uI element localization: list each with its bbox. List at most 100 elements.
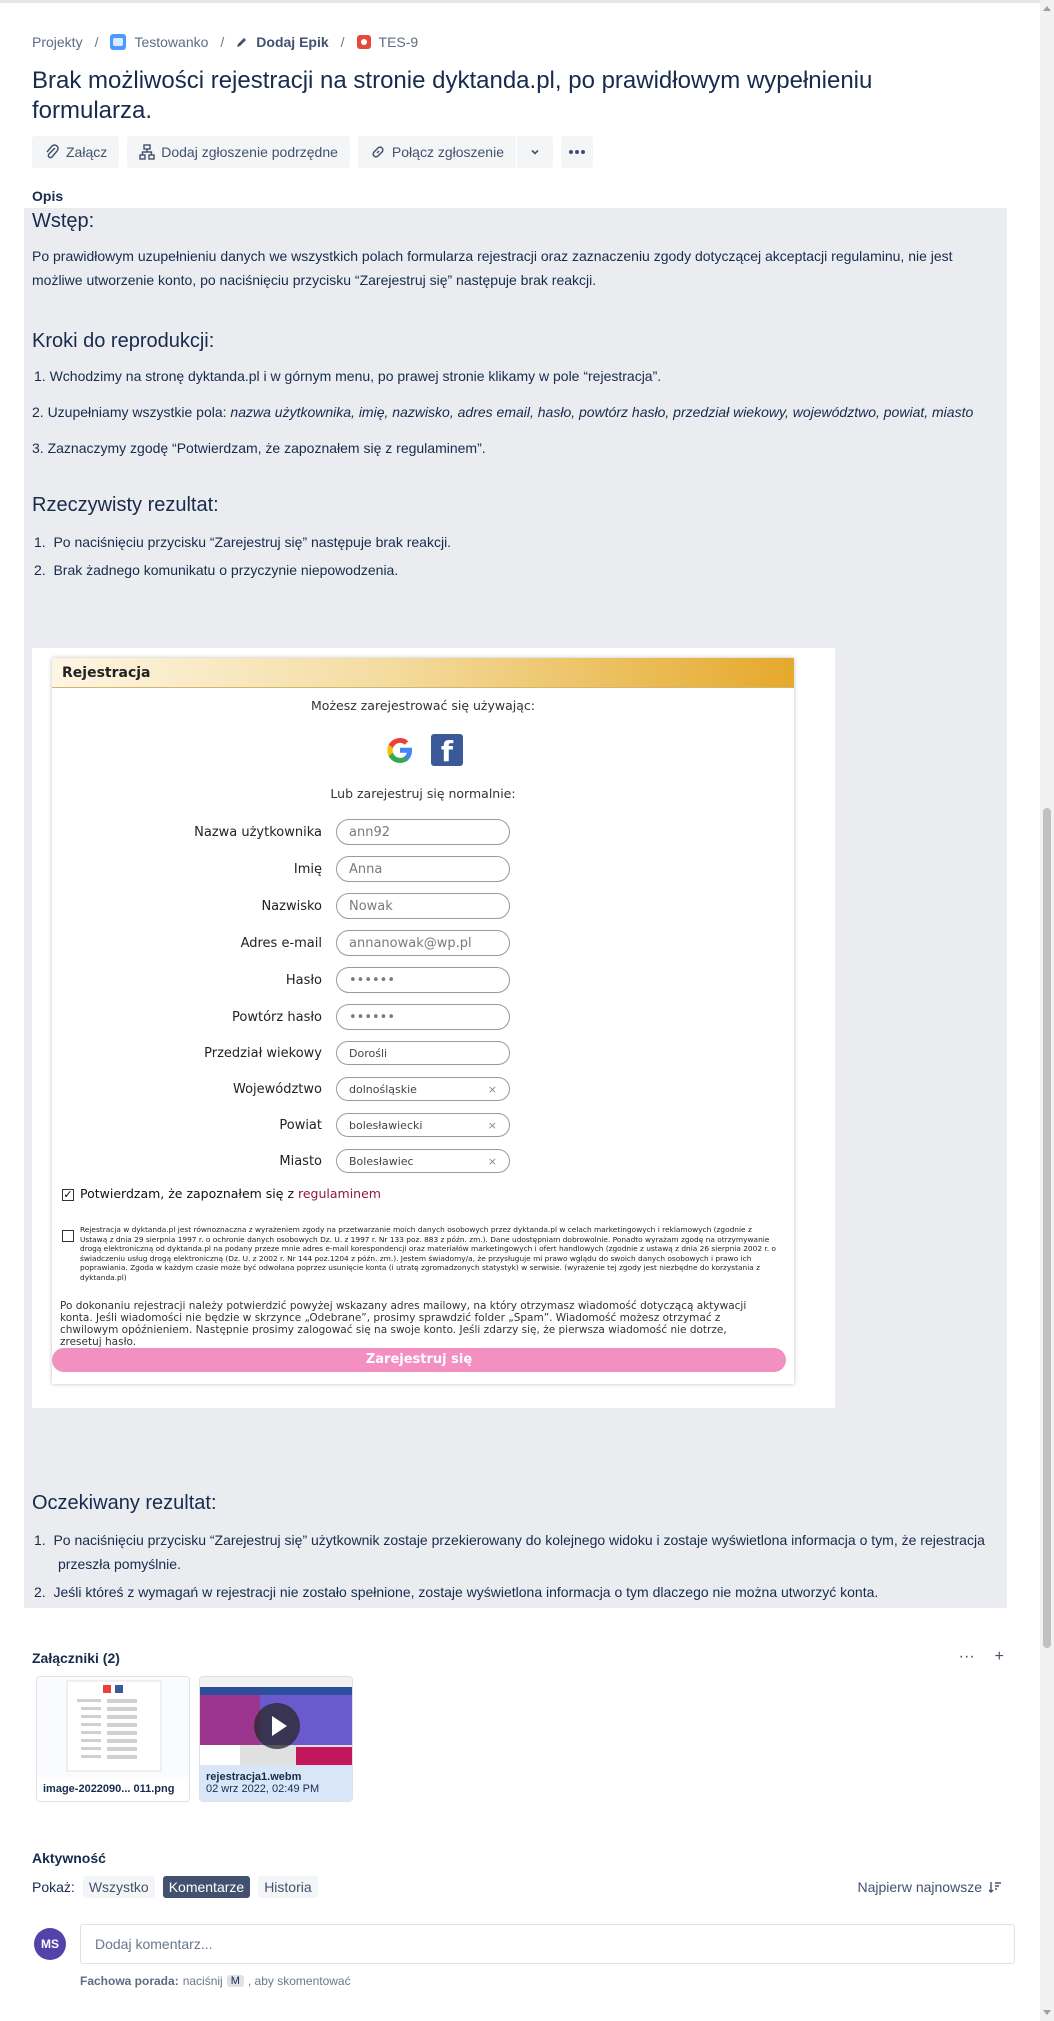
description-body[interactable]: Wstęp: Po prawidłowym uzupełnieniu danyc…: [24, 208, 1007, 1608]
field-email: annanowak@wp.pl: [336, 930, 510, 956]
breadcrumb-project[interactable]: Testowanko: [134, 34, 208, 50]
attach-button[interactable]: Załącz: [32, 136, 120, 168]
add-attachment-icon[interactable]: +: [995, 1648, 1004, 1666]
field-county-value: bolesławiecki: [349, 1118, 423, 1132]
field-label-repeat-password: Powtórz hasło: [232, 1010, 322, 1025]
scrollbar[interactable]: [1040, 0, 1054, 2021]
attachments-header: Załączniki (2): [32, 1650, 120, 1666]
breadcrumb-separator: /: [94, 34, 99, 50]
activity-title: Aktywność: [32, 1850, 106, 1866]
actual-heading: Rzeczywisty rezultat:: [32, 494, 219, 516]
expected-item-2-text: Jeśli któreś z wymagań w rejestracji nie…: [53, 1584, 879, 1600]
clear-icon: ×: [487, 1082, 497, 1096]
field-repeat-password: ••••••: [336, 1004, 510, 1030]
attachment-meta: image-2022090... 011.png: [37, 1777, 189, 1801]
field-password: ••••••: [336, 967, 510, 993]
attachment-meta: rejestracja1.webm 02 wrz 2022, 02:49 PM: [200, 1765, 352, 1801]
embedded-screenshot[interactable]: Rejestracja Możesz zarejestrować się uży…: [32, 648, 835, 1408]
field-username: ann92: [336, 819, 510, 845]
field-firstname: Anna: [336, 856, 510, 882]
register-with-text: Możesz zarejestrować się używając:: [311, 698, 535, 713]
field-voivodeship: dolnośląskie ×: [336, 1077, 510, 1101]
sort-button[interactable]: Najpierw najnowsze: [857, 1879, 1002, 1895]
attachment-card-video[interactable]: rejestracja1.webm 02 wrz 2022, 02:49 PM: [199, 1676, 353, 1802]
link-icon: [372, 146, 384, 158]
terms-checkbox-checked: ✓: [62, 1188, 74, 1201]
facebook-icon: f: [431, 734, 463, 766]
legal-text: Rejestracja w dyktanda.pl jest równoznac…: [80, 1225, 776, 1282]
add-child-issue-button[interactable]: Dodaj zgłoszenie podrzędne: [127, 136, 350, 168]
tip-bold: Fachowa porada:: [80, 1974, 179, 1988]
pencil-icon: [237, 38, 247, 47]
or-register-text: Lub zarejestruj się normalnie:: [330, 786, 516, 801]
register-button: Zarejestruj się: [52, 1348, 786, 1372]
attachments-more-icon[interactable]: ···: [959, 1648, 975, 1666]
field-label-county: Powiat: [279, 1118, 322, 1133]
attachment-card-image[interactable]: image-2022090... 011.png: [36, 1676, 190, 1802]
intro-text: Po prawidłowym uzupełnieniu danych we ws…: [32, 248, 953, 288]
more-actions-button[interactable]: [560, 136, 593, 168]
bug-icon: [356, 35, 371, 49]
more-icon: [568, 150, 585, 154]
scrollbar-thumb[interactable]: [1043, 808, 1051, 1648]
steps-heading: Kroki do reprodukcji:: [32, 330, 215, 352]
breadcrumb-separator: /: [340, 34, 345, 50]
tip-post: , aby skomentować: [247, 1974, 351, 1988]
step-2-prefix: 2. Uzupełniamy wszystkie pola:: [32, 404, 231, 420]
filter-all[interactable]: Wszystko: [82, 1876, 155, 1898]
link-issue-button[interactable]: Połącz zgłoszenie: [358, 136, 516, 168]
actual-item-1-text: Po naciśnięciu przycisku “Zarejestruj si…: [53, 534, 452, 550]
google-icon: [387, 738, 412, 763]
filter-history[interactable]: Historia: [258, 1876, 318, 1898]
expected-item-1-text: Po naciśnięciu przycisku “Zarejestruj si…: [53, 1532, 985, 1572]
breadcrumb-separator: /: [220, 34, 225, 50]
expected-item-2: 2. Jeśli któreś z wymagań w rejestracji …: [34, 1584, 879, 1600]
field-label-firstname: Imię: [293, 862, 322, 877]
link-issue-group: Połącz zgłoszenie: [357, 136, 553, 168]
play-icon[interactable]: [254, 1703, 300, 1749]
attachment-name: image-2022090... 011.png: [43, 1783, 175, 1795]
field-label-username: Nazwa użytkownika: [194, 825, 322, 840]
actual-item-1: 1. Po naciśnięciu przycisku “Zarejestruj…: [34, 534, 452, 550]
filter-comments[interactable]: Komentarze: [162, 1876, 251, 1898]
attach-label: Załącz: [66, 144, 108, 160]
description-label: Opis: [32, 188, 64, 204]
clear-icon: ×: [487, 1154, 497, 1168]
tip-pre: naciśnij: [182, 1974, 223, 1988]
field-label-voivodeship: Województwo: [232, 1082, 322, 1097]
actual-item-2: 2. Brak żadnego komunikatu o przyczynie …: [34, 562, 399, 578]
field-label-password: Hasło: [285, 973, 322, 988]
scroll-up-icon[interactable]: [1043, 6, 1051, 11]
terms-consent-text: Potwierdzam, że zapoznałem się z: [80, 1186, 298, 1201]
issue-title[interactable]: Brak możliwości rejestracji na stronie d…: [32, 66, 992, 126]
field-county: bolesławiecki ×: [336, 1113, 510, 1137]
attachment-date: 02 wrz 2022, 02:49 PM: [206, 1783, 320, 1795]
attachment-name: rejestracja1.webm: [206, 1771, 302, 1783]
field-age: Dorośli: [336, 1041, 510, 1065]
breadcrumb-add-epic[interactable]: Dodaj Epik: [236, 34, 329, 50]
step-2-fields: nazwa użytkownika, imię, nazwisko, adres…: [230, 404, 974, 420]
field-label-city: Miasto: [279, 1154, 322, 1169]
avatar[interactable]: MS: [34, 1928, 66, 1960]
field-city-value: Bolesławiec: [349, 1154, 414, 1168]
terms-link: regulaminem: [297, 1186, 381, 1201]
step-3: 3. Zaznaczymy zgodę “Potwierdzam, że zap…: [32, 440, 486, 456]
top-border: [0, 0, 1054, 3]
expected-item-1: 1. Po naciśnięciu przycisku “Zarejestruj…: [34, 1532, 985, 1572]
breadcrumb: Projekty / Testowanko / Dodaj Epik / TES…: [32, 32, 418, 52]
breadcrumb-projects[interactable]: Projekty: [32, 34, 83, 50]
link-issue-dropdown[interactable]: [517, 136, 553, 168]
registration-header: Rejestracja: [52, 658, 794, 688]
sort-label: Najpierw najnowsze: [857, 1879, 982, 1895]
comment-input[interactable]: Dodaj komentarz...: [80, 1924, 1015, 1964]
marketing-checkbox: [62, 1230, 74, 1242]
paperclip-icon: [46, 144, 59, 159]
scroll-down-icon[interactable]: [1043, 2010, 1051, 2015]
breadcrumb-issue-key[interactable]: TES-9: [379, 34, 419, 50]
child-issue-icon: [139, 144, 155, 160]
step-1: 1. Wchodzimy na stronę dyktanda.pl i w g…: [34, 368, 662, 384]
chevron-down-icon: [531, 149, 539, 155]
expected-heading: Oczekiwany rezultat:: [32, 1492, 217, 1514]
step-2: 2. Uzupełniamy wszystkie pola: nazwa uży…: [32, 400, 992, 424]
activity-filter: Pokaż: Wszystko Komentarze Historia: [32, 1876, 318, 1898]
